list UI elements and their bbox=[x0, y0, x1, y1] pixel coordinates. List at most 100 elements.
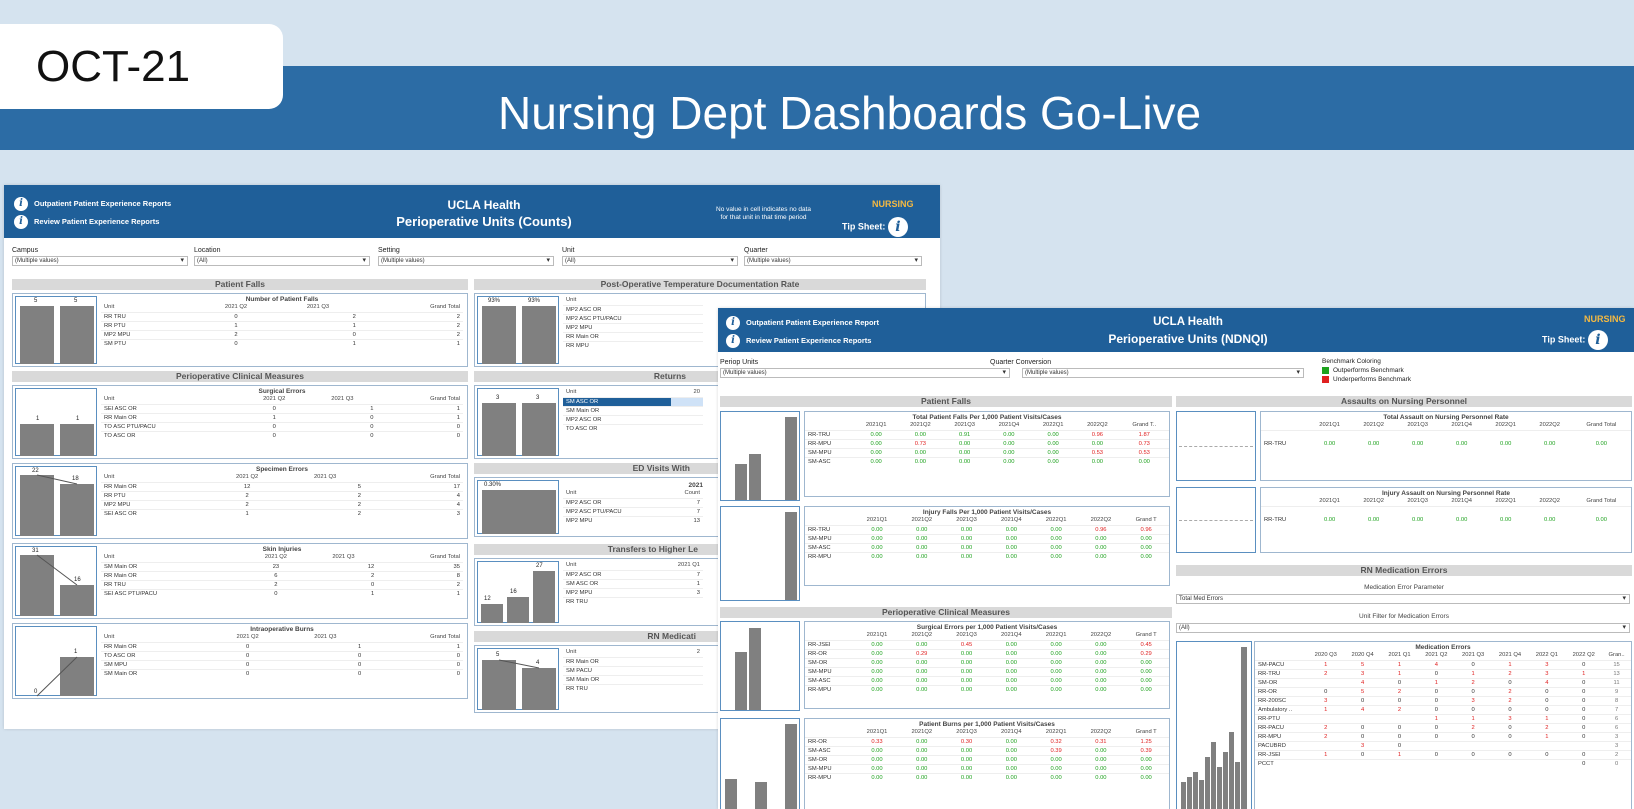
table-row[interactable]: RR-MPU 0.00 0.00 0.00 0.00 0.00 0.00 0.00 bbox=[805, 772, 1169, 782]
col-header[interactable]: 2021Q3 bbox=[944, 631, 989, 640]
table-row[interactable]: RR MPU bbox=[563, 340, 703, 350]
col-header[interactable]: 2021Q1 bbox=[855, 728, 900, 737]
table-row[interactable]: SM-OR 0.00 0.00 0.00 0.00 0.00 0.00 0.00 bbox=[805, 657, 1169, 667]
col-header[interactable]: Unit bbox=[101, 553, 242, 562]
table-row[interactable]: RR TRU bbox=[563, 683, 703, 693]
col-header[interactable]: 2021Q2 bbox=[1352, 421, 1396, 430]
col-header[interactable]: Grand Total bbox=[364, 473, 463, 482]
col-header[interactable]: Grand Total bbox=[1572, 497, 1631, 506]
table-row[interactable]: MP2 ASC PTU/PACU bbox=[563, 313, 703, 323]
col-header[interactable]: 2021Q4 bbox=[987, 421, 1031, 430]
bar[interactable] bbox=[1205, 757, 1210, 809]
col-header[interactable]: 2021 Q2 bbox=[195, 303, 277, 312]
table-row[interactable]: SM Main OR bbox=[563, 405, 703, 415]
col-header[interactable]: 2021Q1 bbox=[855, 631, 900, 640]
col-header[interactable]: 2021Q4 bbox=[1440, 497, 1484, 506]
table-row[interactable]: SM-MPU 0.00 0.00 0.00 0.00 0.00 0.00 0.00 bbox=[805, 666, 1169, 676]
table-row[interactable]: Ambulatory .. 1 4 2 0 0 0 0 0 7 bbox=[1255, 704, 1631, 714]
col-header[interactable]: 2021Q2 bbox=[899, 728, 944, 737]
col-header[interactable]: 2022Q1 bbox=[1034, 728, 1079, 737]
table-row[interactable]: MP2 ASC OR 7 bbox=[563, 569, 703, 579]
table-row[interactable]: RR-PACU 2 0 0 0 2 0 2 0 6 bbox=[1255, 722, 1631, 732]
table-row[interactable]: MP2 MPU 13 bbox=[563, 515, 703, 525]
table-row[interactable]: MP2 MPU bbox=[563, 322, 703, 332]
bar[interactable] bbox=[1217, 767, 1222, 809]
col-header[interactable]: 2021 Q3 bbox=[286, 473, 364, 482]
table-row[interactable]: MP2 MPU 2 0 2 bbox=[101, 329, 463, 339]
col-header[interactable]: Count bbox=[667, 489, 703, 498]
col-header[interactable]: Gran.. bbox=[1602, 651, 1631, 660]
bar[interactable] bbox=[1211, 742, 1216, 809]
table-row[interactable]: RR Main OR 1 0 1 bbox=[101, 412, 463, 422]
bar[interactable] bbox=[1193, 772, 1198, 809]
table-row[interactable]: RR-JSEI 0.00 0.00 0.45 0.00 0.00 0.00 0.45 bbox=[805, 639, 1169, 649]
col-header[interactable]: Unit bbox=[563, 561, 646, 570]
col-header[interactable]: 20 bbox=[671, 388, 703, 397]
col-header[interactable]: 2021Q1 bbox=[855, 516, 900, 525]
col-header[interactable]: Unit bbox=[563, 296, 703, 305]
table-row[interactable]: RR PTU 2 2 4 bbox=[101, 490, 463, 500]
tip-sheet[interactable]: Tip Sheet: i bbox=[842, 217, 908, 237]
col-header[interactable]: Grand T bbox=[1123, 516, 1169, 525]
col-header[interactable]: Grand Total bbox=[1572, 421, 1631, 430]
col-header[interactable]: Grand T bbox=[1123, 728, 1169, 737]
table-row[interactable]: SM-ASC 0.00 0.00 0.00 0.00 0.00 0.00 0.00 bbox=[805, 456, 1169, 466]
bar[interactable] bbox=[1229, 732, 1234, 809]
bar[interactable] bbox=[785, 512, 797, 600]
col-header[interactable]: Unit bbox=[563, 648, 676, 657]
col-header[interactable]: 2021Q1 bbox=[1308, 497, 1352, 506]
col-header[interactable]: 2021 Q1 bbox=[1381, 651, 1418, 660]
table-row[interactable]: SM-MPU 0.00 0.00 0.00 0.00 0.00 0.00 0.00 bbox=[805, 763, 1169, 773]
bar[interactable] bbox=[1199, 780, 1204, 809]
col-header[interactable]: 2022Q2 bbox=[1079, 728, 1124, 737]
col-header[interactable]: Grand Total bbox=[377, 553, 463, 562]
table-row[interactable]: RR-PTU 1 1 3 1 0 6 bbox=[1255, 713, 1631, 723]
table-row[interactable]: RR PTU 1 1 2 bbox=[101, 320, 463, 330]
table-row[interactable]: SM-OR 0.00 0.00 0.00 0.00 0.00 0.00 0.00 bbox=[805, 754, 1169, 764]
table-row[interactable]: RR TRU 2 0 2 bbox=[101, 579, 463, 589]
legend-underperforms[interactable]: Underperforms Benchmark bbox=[1322, 376, 1411, 383]
col-header[interactable]: 2021 Q3 bbox=[1455, 651, 1492, 660]
bar[interactable] bbox=[1241, 647, 1247, 809]
table-row[interactable]: RR Main OR 0 1 1 bbox=[101, 641, 463, 651]
table-row[interactable]: SM PTU 0 1 1 bbox=[101, 338, 463, 348]
bar[interactable] bbox=[749, 628, 761, 710]
col-header[interactable]: 2021 Q3 bbox=[277, 303, 359, 312]
table-row[interactable]: MP2 ASC OR bbox=[563, 304, 703, 314]
bar[interactable] bbox=[20, 306, 54, 364]
filter-location[interactable]: (All) bbox=[194, 256, 370, 266]
review-report-link[interactable]: i Review Patient Experience Reports bbox=[726, 334, 871, 348]
bar[interactable] bbox=[522, 403, 556, 456]
col-header[interactable]: 2021Q4 bbox=[1440, 421, 1484, 430]
col-header[interactable]: Unit bbox=[101, 473, 208, 482]
col-header[interactable]: Unit bbox=[563, 388, 671, 397]
bar[interactable] bbox=[507, 597, 529, 623]
bar[interactable] bbox=[755, 782, 767, 809]
table-row[interactable]: RR Main OR 6 2 8 bbox=[101, 570, 463, 580]
bar[interactable] bbox=[1181, 782, 1186, 809]
col-header[interactable]: Unit bbox=[101, 395, 240, 404]
table-row[interactable]: TO ASC OR 0 0 0 bbox=[101, 650, 463, 660]
col-header[interactable]: 2021Q1 bbox=[854, 421, 898, 430]
col-header[interactable]: 2021 Q3 bbox=[308, 395, 376, 404]
bar[interactable] bbox=[482, 403, 516, 456]
col-header[interactable]: 2022Q1 bbox=[1484, 421, 1528, 430]
table-row[interactable]: MP2 MPU 2 2 4 bbox=[101, 499, 463, 509]
bar[interactable] bbox=[482, 306, 516, 364]
bar[interactable] bbox=[725, 779, 737, 809]
col-header[interactable]: 2020 Q3 bbox=[1307, 651, 1344, 660]
table-row[interactable]: SM ASC OR 1 bbox=[563, 578, 703, 588]
table-row[interactable]: TO ASC PTU/PACU 0 0 0 bbox=[101, 421, 463, 431]
table-row[interactable]: MP2 MPU 3 bbox=[563, 587, 703, 597]
table-row[interactable]: TO ASC OR bbox=[563, 423, 703, 433]
col-header[interactable]: 2021Q3 bbox=[943, 421, 987, 430]
med-param-select[interactable]: Total Med Errors bbox=[1176, 594, 1630, 604]
unit-filter-select[interactable]: (All) bbox=[1176, 623, 1630, 633]
outpatient-report-link[interactable]: i Outpatient Patient Experience Reports bbox=[14, 197, 171, 211]
table-row[interactable]: TO ASC OR 0 0 0 bbox=[101, 430, 463, 440]
table-row[interactable]: SM MPU 0 0 0 bbox=[101, 659, 463, 669]
col-header[interactable]: 2022 Q2 bbox=[1565, 651, 1602, 660]
filter-quarter-conversion[interactable]: (Multiple values) bbox=[1022, 368, 1304, 378]
col-header[interactable]: Unit bbox=[563, 489, 667, 498]
bar[interactable] bbox=[785, 724, 797, 809]
